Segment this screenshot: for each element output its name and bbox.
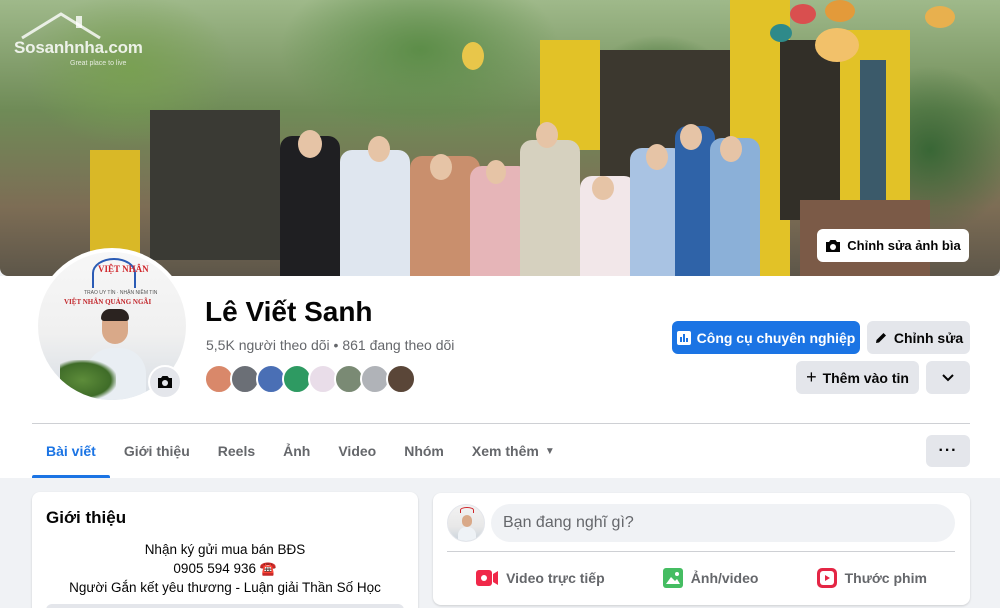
- friend-avatars: [204, 364, 416, 394]
- cover-lantern: [770, 24, 792, 42]
- camera-icon: [158, 376, 172, 388]
- avatar-tagline: TRAO UY TÍN · NHẬN NIỀM TIN: [84, 290, 158, 296]
- composer-divider: [447, 551, 955, 552]
- cover-gate: [150, 110, 280, 260]
- caret-down-icon: ▼: [544, 445, 555, 457]
- follower-stats[interactable]: 5,5K người theo dõi • 861 đang theo dõi: [206, 337, 454, 353]
- cover-lantern: [825, 0, 855, 22]
- live-video-icon: [476, 570, 499, 586]
- cover-photo[interactable]: Sosanhnha.com Great place to live Chỉnh …: [0, 0, 1000, 276]
- edit-profile-button[interactable]: Chỉnh sửa: [867, 321, 970, 354]
- reel-button[interactable]: Thước phim: [816, 559, 927, 597]
- intro-line: Nhận ký gửi mua bán BĐS: [144, 542, 306, 557]
- tab-groups[interactable]: Nhóm: [390, 424, 458, 478]
- tab-videos[interactable]: Video: [324, 424, 390, 478]
- avatar-subbrand: VIỆT NHÂN QUẢNG NGÃI: [64, 298, 152, 306]
- post-composer: Bạn đang nghĩ gì? Video trực tiếp Ảnh/vi…: [433, 493, 970, 605]
- cover-lantern: [815, 28, 859, 62]
- intro-title: Giới thiệu: [46, 508, 127, 527]
- tab-posts[interactable]: Bài viết: [32, 424, 110, 478]
- intro-line: Người Gắn kết yêu thương - Luận giải Thầ…: [69, 580, 381, 595]
- watermark-logo: Sosanhnha.com Great place to live: [14, 12, 143, 67]
- more-options-button[interactable]: [926, 361, 970, 394]
- profile-name: Lê Viết Sanh: [205, 296, 373, 327]
- photo-video-button[interactable]: Ảnh/video: [662, 559, 759, 597]
- cover-group-people: [280, 120, 760, 276]
- pro-tools-label: Công cụ chuyên nghiệp: [696, 329, 856, 346]
- update-avatar-button[interactable]: [148, 365, 182, 399]
- composer-avatar[interactable]: [447, 504, 485, 542]
- edit-profile-label: Chỉnh sửa: [893, 329, 964, 346]
- pencil-icon: [875, 332, 886, 343]
- avatar-plant: [60, 360, 116, 400]
- edit-cover-label: Chỉnh sửa ảnh bìa: [847, 238, 961, 253]
- pro-tools-button[interactable]: Công cụ chuyên nghiệp: [672, 321, 860, 354]
- cover-lantern: [462, 42, 484, 70]
- chart-icon: [676, 330, 691, 345]
- add-story-label: Thêm vào tin: [822, 369, 909, 386]
- watermark-slogan: Great place to live: [70, 60, 127, 67]
- cover-doorway: [780, 40, 840, 220]
- chevron-down-icon: [942, 373, 954, 381]
- live-video-button[interactable]: Video trực tiếp: [476, 559, 605, 597]
- photo-video-label: Ảnh/video: [690, 570, 759, 586]
- tabs-overflow-button[interactable]: ···: [926, 435, 970, 467]
- edit-bio-button[interactable]: [46, 604, 404, 608]
- tab-about[interactable]: Giới thiệu: [110, 424, 204, 478]
- reel-label: Thước phim: [844, 570, 927, 586]
- house-icon: [21, 12, 101, 40]
- friend-avatar[interactable]: [386, 364, 416, 394]
- tab-photos[interactable]: Ảnh: [269, 424, 324, 478]
- intro-card: Giới thiệu Nhận ký gửi mua bán BĐS 0905 …: [32, 492, 418, 608]
- intro-bio: Nhận ký gửi mua bán BĐS 0905 594 936 ☎️ …: [32, 540, 418, 597]
- camera-icon: [826, 239, 841, 252]
- tab-more[interactable]: Xem thêm ▼: [458, 424, 569, 478]
- edit-cover-button[interactable]: Chỉnh sửa ảnh bìa: [817, 229, 969, 262]
- cover-window: [860, 60, 886, 200]
- tab-reels[interactable]: Reels: [204, 424, 269, 478]
- tab-more-label: Xem thêm: [471, 443, 539, 459]
- composer-actions: Video trực tiếp Ảnh/video Thước phim: [433, 559, 970, 597]
- whats-on-your-mind-input[interactable]: Bạn đang nghĩ gì?: [491, 504, 955, 542]
- photo-icon: [662, 568, 683, 588]
- plus-icon: +: [806, 367, 817, 387]
- intro-line: 0905 594 936 ☎️: [173, 561, 277, 576]
- cover-lantern: [790, 4, 816, 24]
- cover-lantern: [925, 6, 955, 28]
- ellipsis-icon: ···: [938, 442, 958, 459]
- add-story-button[interactable]: + Thêm vào tin: [796, 361, 919, 394]
- avatar-person: [101, 309, 129, 321]
- reel-icon: [816, 568, 837, 588]
- live-video-label: Video trực tiếp: [506, 570, 605, 586]
- avatar-brand: VIỆT NHÂN: [98, 264, 149, 274]
- profile-tabs: Bài viết Giới thiệu Reels Ảnh Video Nhóm…: [32, 424, 569, 478]
